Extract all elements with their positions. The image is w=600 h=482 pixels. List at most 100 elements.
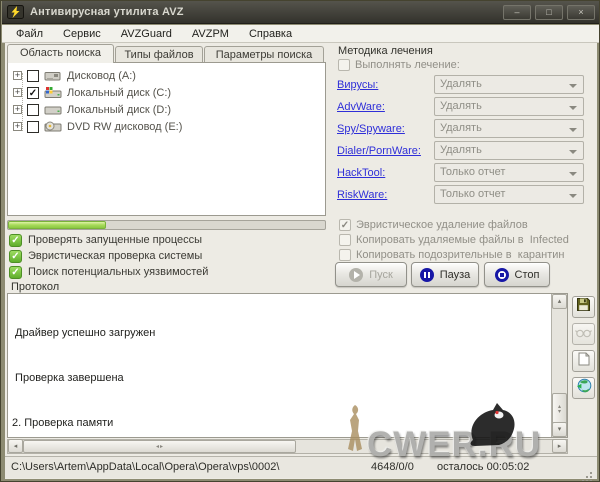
scan-progress-bar [7, 220, 326, 230]
start-button-label: Пуск [369, 269, 393, 281]
checkbox-checked-icon[interactable]: ✓ [9, 266, 22, 279]
combo-hacktool[interactable]: Только отчет [434, 163, 584, 182]
view-log-button[interactable] [572, 323, 595, 345]
tree-item-label[interactable]: Локальный диск (C:) [67, 87, 171, 99]
drive-tree[interactable]: + ✓ Дисковод (A:) + ✓ Локальный диск (C:… [7, 62, 326, 216]
network-update-button[interactable] [572, 377, 595, 399]
start-button[interactable]: Пуск [335, 262, 407, 287]
link-spyware[interactable]: Spy/Spyware: [337, 123, 405, 135]
titlebar[interactable]: Антивирусная утилита AVZ – □ × [2, 1, 600, 24]
checkbox-checked-icon[interactable]: ✓ [9, 250, 22, 263]
protocol-log-text: Драйвер успешно загружен Проверка заверш… [12, 296, 549, 438]
globe-icon [576, 378, 592, 398]
protocol-log[interactable]: Драйвер успешно загружен Проверка заверш… [7, 293, 568, 438]
scan-counter: 4648/0/0 [371, 461, 414, 473]
tree-item-label[interactable]: Дисковод (A:) [67, 70, 136, 82]
scroll-down-icon[interactable]: ▾ [552, 422, 567, 437]
heuristic-delete-checkbox[interactable]: ✓ [339, 219, 351, 231]
pause-button[interactable]: Пауза [411, 262, 479, 287]
tab-search-params[interactable]: Параметры поиска [204, 46, 324, 63]
option-heuristic-check[interactable]: ✓ Эвристическая проверка системы [9, 249, 202, 263]
check-icon: ✓ [340, 220, 350, 231]
log-horizontal-scrollbar[interactable]: ◂ ◂ ▸ ▸ [7, 439, 568, 454]
tab-file-types[interactable]: Типы файлов [115, 46, 203, 63]
scroll-up-icon[interactable]: ▴ [552, 294, 567, 309]
menu-service[interactable]: Сервис [53, 27, 111, 41]
tree-row-drive-e[interactable]: + ✓ DVD RW дисковод (E:) [8, 118, 325, 135]
expand-icon[interactable]: + [13, 71, 22, 80]
maximize-icon[interactable]: □ [535, 5, 563, 20]
perform-treatment-checkbox-row[interactable]: ✓ Выполнять лечение: [338, 59, 460, 71]
resize-grip[interactable] [590, 472, 592, 474]
check-icon: ✓ [10, 267, 21, 279]
check-icon: ✓ [10, 251, 21, 263]
link-riskware[interactable]: RiskWare: [337, 189, 387, 201]
tree-row-drive-a[interactable]: + ✓ Дисковод (A:) [8, 67, 325, 84]
option-label: Поиск потенциальных уязвимостей [28, 266, 208, 278]
combo-riskware[interactable]: Только отчет [434, 185, 584, 204]
link-adware[interactable]: AdvWare: [337, 101, 385, 113]
drive-e-checkbox[interactable]: ✓ [27, 121, 39, 133]
new-document-icon [578, 352, 590, 371]
drive-c-checkbox[interactable]: ✓ [27, 87, 39, 99]
menu-avzpm[interactable]: AVZPM [182, 27, 239, 41]
statusbar: C:\Users\Artem\AppData\Local\Opera\Opera… [5, 456, 597, 478]
tree-item-label[interactable]: DVD RW дисковод (E:) [67, 121, 182, 133]
option-vulnerability-search[interactable]: ✓ Поиск потенциальных уязвимостей [9, 265, 208, 279]
menu-avzguard[interactable]: AVZGuard [111, 27, 182, 41]
scroll-right-icon[interactable]: ▸ [552, 439, 567, 453]
new-log-button[interactable] [572, 350, 595, 372]
copy-quarantine-checkbox[interactable]: ✓ [339, 249, 351, 261]
checkbox-checked-icon[interactable]: ✓ [9, 234, 22, 247]
perform-treatment-label: Выполнять лечение: [355, 59, 460, 71]
save-icon [576, 297, 591, 317]
thumb-grip-left-icon: ◂ [156, 443, 159, 450]
glasses-icon [575, 325, 592, 343]
app-icon [7, 5, 24, 19]
tree-row-drive-d[interactable]: + ✓ Локальный диск (D:) [8, 101, 325, 118]
horizontal-scroll-thumb[interactable]: ◂ ▸ [23, 440, 296, 453]
current-scan-path: C:\Users\Artem\AppData\Local\Opera\Opera… [11, 461, 279, 473]
combo-dialer-pornware[interactable]: Удалять [434, 141, 584, 160]
copy-infected-checkbox[interactable]: ✓ [339, 234, 351, 246]
tree-item-label[interactable]: Локальный диск (D:) [67, 104, 171, 116]
log-line: Драйвер успешно загружен [12, 326, 549, 341]
thumb-grip-right-icon: ▸ [160, 443, 163, 450]
drive-d-checkbox[interactable]: ✓ [27, 104, 39, 116]
expand-icon[interactable]: + [13, 88, 22, 97]
drive-a-checkbox[interactable]: ✓ [27, 70, 39, 82]
hard-drive-icon [44, 87, 62, 98]
perform-treatment-checkbox[interactable]: ✓ [338, 59, 350, 71]
log-vertical-scrollbar[interactable]: ▴ ▴ ▾ ▾ [551, 294, 567, 437]
option-label: Эвристическое удаление файлов [356, 219, 528, 231]
option-heuristic-delete[interactable]: ✓ Эвристическое удаление файлов [339, 218, 528, 231]
pause-icon [420, 268, 434, 282]
floppy-drive-icon [44, 70, 62, 81]
combo-spyware[interactable]: Удалять [434, 119, 584, 138]
scroll-left-icon[interactable]: ◂ [8, 439, 23, 453]
link-viruses[interactable]: Вирусы: [337, 79, 378, 91]
option-copy-to-infected[interactable]: ✓ Копировать удаляемые файлы в Infected [339, 233, 569, 246]
menu-help[interactable]: Справка [239, 27, 302, 41]
option-copy-to-quarantine[interactable]: ✓ Копировать подозрительные в карантин [339, 248, 565, 261]
option-label: Проверять запущенные процессы [28, 234, 202, 246]
expand-icon[interactable]: + [13, 105, 22, 114]
expand-icon[interactable]: + [13, 122, 22, 131]
tab-search-area[interactable]: Область поиска [7, 44, 114, 63]
stop-button[interactable]: Стоп [484, 262, 550, 287]
close-icon[interactable]: × [567, 5, 595, 20]
minimize-icon[interactable]: – [503, 5, 531, 20]
menu-file[interactable]: Файл [6, 27, 53, 41]
combo-adware[interactable]: Удалять [434, 97, 584, 116]
save-log-button[interactable] [572, 296, 595, 318]
protocol-title: Протокол [11, 281, 59, 293]
option-label: Копировать подозрительные в карантин [356, 249, 565, 261]
pause-button-label: Пауза [440, 269, 471, 281]
link-dialer-pornware[interactable]: Dialer/PornWare: [337, 145, 421, 157]
combo-viruses[interactable]: Удалять [434, 75, 584, 94]
option-check-processes[interactable]: ✓ Проверять запущенные процессы [9, 233, 202, 247]
menubar: Файл Сервис AVZGuard AVZPM Справка [2, 25, 600, 43]
link-hacktool[interactable]: HackTool: [337, 167, 385, 179]
window-controls: – □ × [503, 5, 595, 20]
tree-row-drive-c[interactable]: + ✓ Локальный диск (C:) [8, 84, 325, 101]
